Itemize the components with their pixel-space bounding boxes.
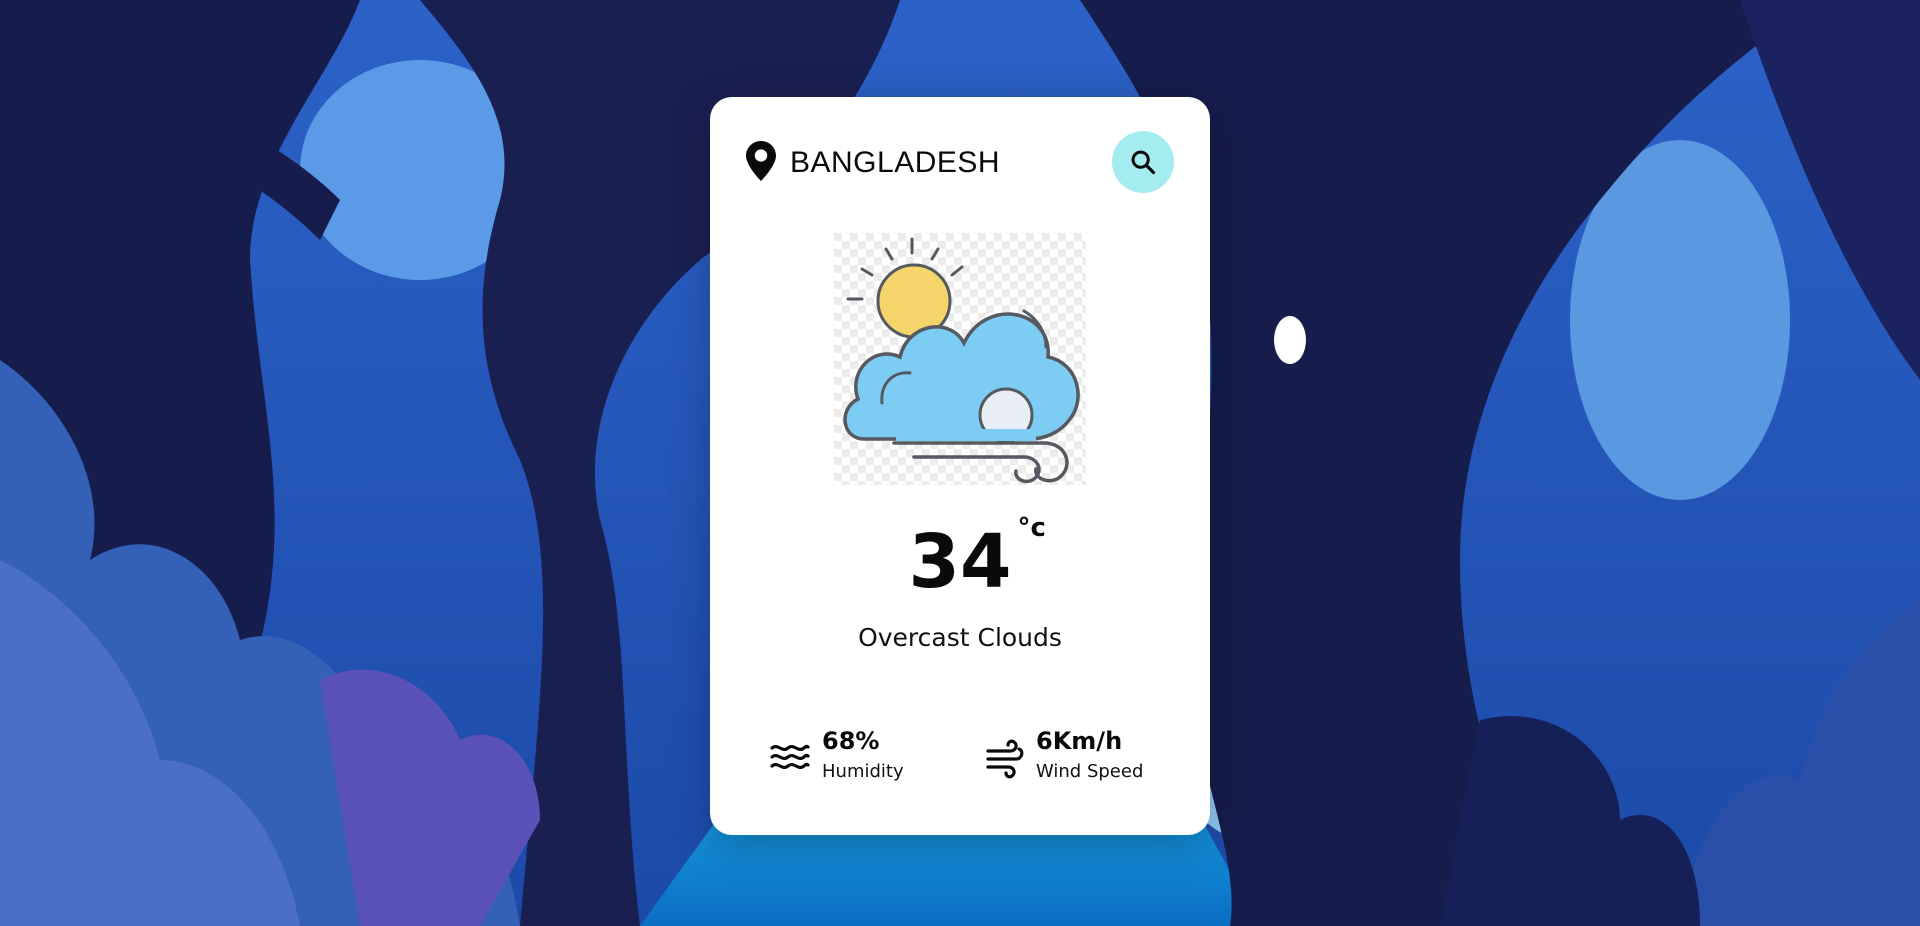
humidity-label: Humidity [822, 761, 904, 782]
map-pin-icon [746, 141, 776, 181]
search-icon [1131, 150, 1156, 175]
temperature-display: 34 °c [710, 515, 1210, 599]
search-button[interactable] [1112, 131, 1174, 193]
wind-value: 6Km/h [1036, 727, 1123, 755]
wind-icon [986, 739, 1024, 779]
humidity-value: 68% [822, 727, 880, 755]
weather-details: 68% Humidity 6Km/h Wind Speed [770, 727, 1180, 791]
search-bar [746, 131, 1174, 195]
weather-description: Overcast Clouds [858, 623, 1062, 652]
partly-cloudy-windy-icon [834, 233, 1086, 485]
city-search-input[interactable] [790, 137, 1090, 189]
wind-label: Wind Speed [1036, 761, 1144, 782]
weather-card: 34°c Overcast Clouds 68% Humidity [710, 97, 1210, 835]
temperature-number: 34 [908, 519, 1012, 605]
temperature-value: 34 °c [909, 515, 1046, 599]
waves-icon [770, 744, 810, 770]
temperature-unit: °c [1017, 513, 1046, 543]
